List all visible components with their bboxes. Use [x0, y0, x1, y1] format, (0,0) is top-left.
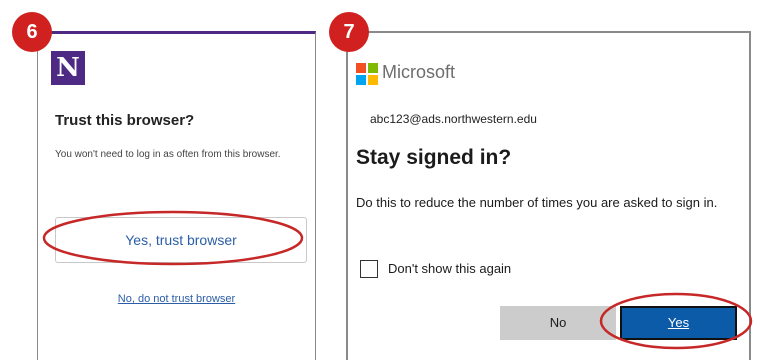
- yes-button[interactable]: Yes: [620, 306, 737, 340]
- no-do-not-trust-link[interactable]: No, do not trust browser: [38, 293, 315, 305]
- trust-browser-title: Trust this browser?: [55, 112, 195, 129]
- microsoft-brand-name: Microsoft: [382, 62, 456, 82]
- microsoft-stay-signed-in-panel: Microsoft abc123@ads.northwestern.edu St…: [346, 31, 751, 360]
- microsoft-logo-yellow-square: [368, 75, 378, 85]
- stay-signed-in-title: Stay signed in?: [356, 146, 512, 169]
- microsoft-logo-blue-square: [356, 75, 366, 85]
- dont-show-again-label: Don't show this again: [388, 261, 512, 276]
- no-button[interactable]: No: [500, 306, 616, 340]
- yes-trust-browser-button[interactable]: Yes, trust browser: [55, 217, 307, 263]
- northwestern-n-logo: N: [51, 51, 85, 85]
- step-6-badge: 6: [12, 12, 52, 52]
- account-email: abc123@ads.northwestern.edu: [370, 112, 537, 126]
- dont-show-again-checkbox[interactable]: [360, 260, 378, 278]
- trust-browser-description: You won't need to log in as often from t…: [55, 149, 281, 160]
- microsoft-logo: [356, 63, 378, 85]
- microsoft-logo-green-square: [368, 63, 378, 73]
- microsoft-logo-red-square: [356, 63, 366, 73]
- step-7-badge: 7: [329, 12, 369, 52]
- northwestern-trust-panel: N Trust this browser? You won't need to …: [37, 31, 316, 360]
- stay-signed-in-description: Do this to reduce the number of times yo…: [356, 195, 718, 210]
